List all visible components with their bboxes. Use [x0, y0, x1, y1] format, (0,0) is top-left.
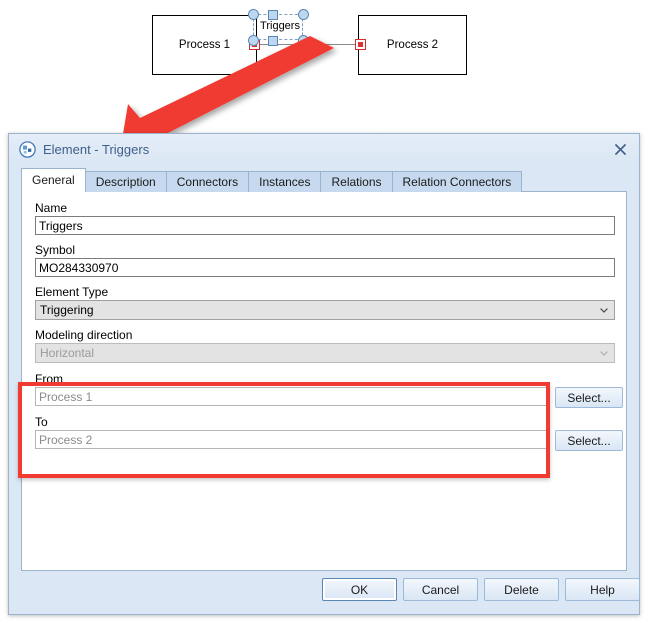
- process-1-label: Process 1: [178, 39, 231, 51]
- symbol-label: Symbol: [35, 243, 76, 257]
- element-icon: [19, 140, 36, 158]
- symbol-input[interactable]: [35, 258, 615, 277]
- element-type-value: Triggering: [40, 303, 94, 317]
- cancel-button[interactable]: Cancel: [403, 578, 478, 601]
- from-input[interactable]: [35, 387, 547, 406]
- element-type-label: Element Type: [35, 285, 109, 299]
- modeling-direction-value: Horizontal: [40, 346, 95, 360]
- modeling-direction-label: Modeling direction: [35, 328, 133, 342]
- process-2-shape[interactable]: Process 2: [358, 15, 467, 75]
- dialog-title: Element - Triggers: [43, 141, 150, 157]
- resize-handle-bottom-right[interactable]: [298, 35, 309, 46]
- tab-general[interactable]: General: [21, 168, 86, 192]
- modeling-direction-dropdown: Horizontal: [35, 343, 615, 363]
- dialog-footer: OK Cancel Delete Help: [9, 570, 640, 614]
- element-type-dropdown[interactable]: Triggering: [35, 300, 615, 320]
- resize-handle-top-center[interactable]: [268, 10, 278, 20]
- connector-target-handle[interactable]: [355, 39, 366, 50]
- chevron-down-icon: [600, 308, 608, 313]
- diagram-canvas: Process 1 Process 2 Triggers: [0, 0, 648, 132]
- resize-handle-bottom-left[interactable]: [248, 35, 259, 46]
- close-icon[interactable]: [609, 139, 631, 159]
- dialog-titlebar[interactable]: Element - Triggers: [9, 134, 639, 164]
- tab-strip: General Description Connectors Instances…: [21, 168, 523, 192]
- tab-relation-connectors[interactable]: Relation Connectors: [391, 171, 523, 192]
- name-label: Name: [35, 201, 68, 215]
- tab-instances[interactable]: Instances: [248, 171, 322, 192]
- general-tab-panel: Name Symbol Element Type Triggering Mode…: [21, 191, 627, 571]
- connector-label[interactable]: Triggers: [252, 20, 308, 32]
- resize-handle-top-left[interactable]: [248, 9, 259, 20]
- chevron-down-icon: [600, 351, 608, 356]
- to-input[interactable]: [35, 430, 547, 449]
- process-1-shape[interactable]: Process 1: [152, 15, 257, 75]
- ok-button[interactable]: OK: [322, 578, 397, 601]
- to-select-button[interactable]: Select...: [555, 430, 623, 451]
- tab-description[interactable]: Description: [84, 171, 167, 192]
- close-glyph: [614, 143, 626, 155]
- from-select-button[interactable]: Select...: [555, 387, 623, 408]
- name-input[interactable]: [35, 216, 615, 235]
- tab-connectors[interactable]: Connectors: [165, 171, 250, 192]
- from-label: From: [35, 372, 63, 386]
- to-label: To: [35, 415, 48, 429]
- resize-handle-top-right[interactable]: [298, 9, 309, 20]
- help-button[interactable]: Help: [565, 578, 640, 601]
- tab-relations[interactable]: Relations: [320, 171, 393, 192]
- element-dialog: Element - Triggers General Description C…: [8, 133, 640, 615]
- delete-button[interactable]: Delete: [484, 578, 559, 601]
- resize-handle-bottom-center[interactable]: [268, 36, 278, 46]
- process-2-label: Process 2: [386, 39, 439, 51]
